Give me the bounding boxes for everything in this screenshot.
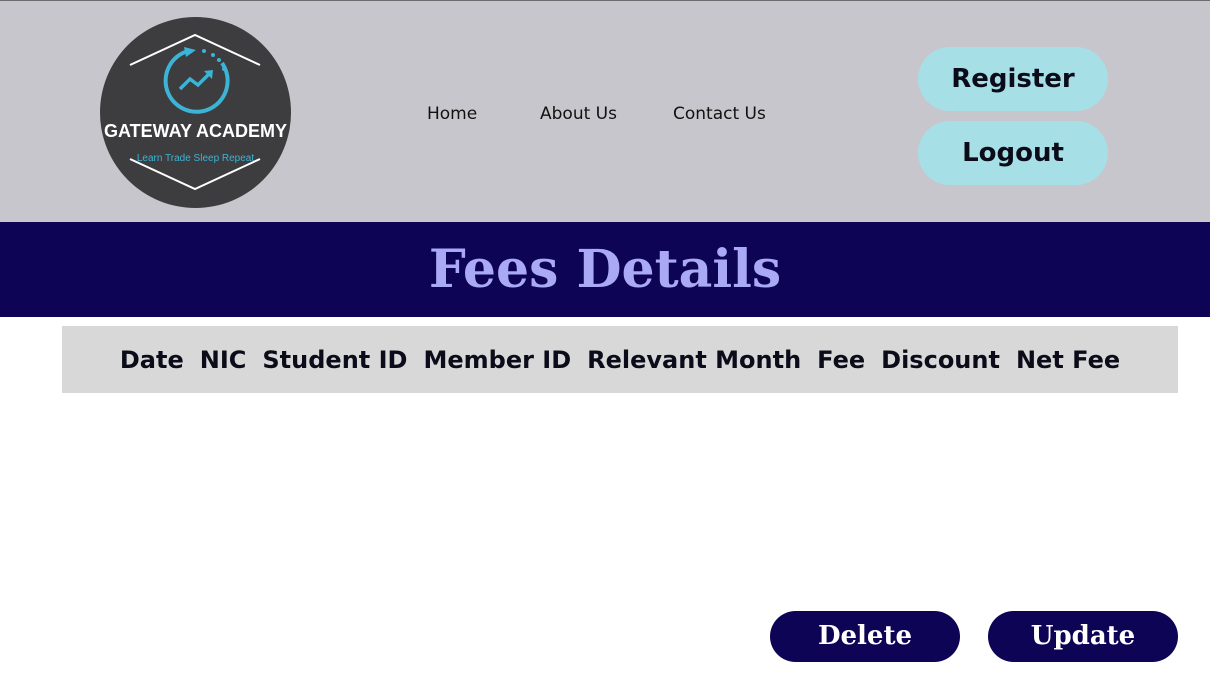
delete-button[interactable]: Delete [770,611,960,662]
gateway-academy-logo[interactable]: GATEWAY ACADEMY Learn Trade Sleep Repeat [100,17,291,208]
nav-contact-us-link[interactable]: Contact Us [673,104,766,124]
site-header: GATEWAY ACADEMY Learn Trade Sleep Repeat… [0,0,1210,222]
logo-emblem-icon: GATEWAY ACADEMY Learn Trade Sleep Repeat [104,33,287,191]
column-header-member-id: Member ID [423,345,572,374]
logo-brand-name: GATEWAY ACADEMY [104,121,287,141]
column-header-date: Date [119,345,184,374]
fees-table-header: Date NIC Student ID Member ID Relevant M… [62,326,1178,393]
register-button[interactable]: Register [918,47,1108,111]
nav-about-us-link[interactable]: About Us [540,104,617,124]
column-header-student-id: Student ID [262,345,408,374]
column-header-relevant-month: Relevant Month [587,345,802,374]
column-header-nic: NIC [199,345,247,374]
column-header-fee: Fee [817,345,866,374]
update-button[interactable]: Update [988,611,1178,662]
logo-tagline: Learn Trade Sleep Repeat [137,153,255,164]
column-header-net-fee: Net Fee [1015,345,1121,374]
page-title: Fees Details [428,239,782,300]
nav-home-link[interactable]: Home [427,104,477,124]
logout-button[interactable]: Logout [918,121,1108,185]
title-banner: Fees Details [0,222,1210,317]
column-header-discount: Discount [881,345,1000,374]
